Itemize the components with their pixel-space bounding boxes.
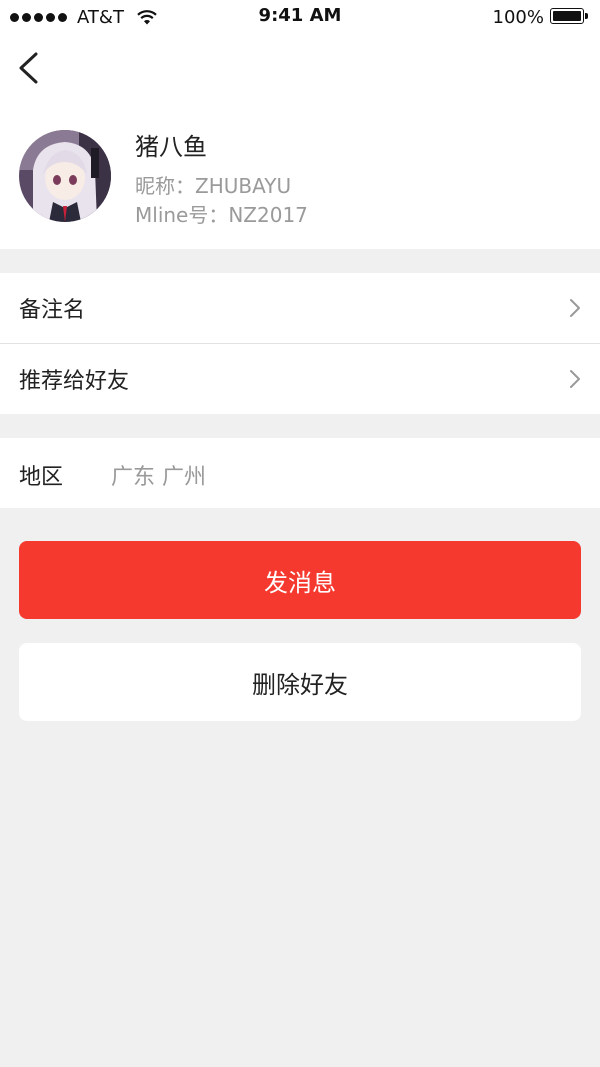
profile-name: 猪八鱼 [135,133,207,161]
battery-percentage: 100% [492,6,544,28]
profile-nickname: 昵称：ZHUBAYU [135,174,292,198]
send-message-button[interactable]: 发消息 [19,541,581,619]
avatar-image [19,130,111,222]
chevron-right-icon [568,368,582,390]
row-label: 备注名 [19,298,86,323]
status-right: 100% [493,6,590,28]
battery-icon [550,8,590,26]
back-button[interactable] [12,48,48,88]
delete-friend-button[interactable]: 删除好友 [19,643,581,721]
profile-mline-id: Mline号：NZ2017 [135,203,308,227]
region-label: 地区 [19,465,64,490]
row-label: 推荐给好友 [19,369,130,394]
settings-group: 备注名 推荐给好友 [0,273,600,414]
back-arrow-icon [19,52,38,84]
status-bar: AT&T 9:41 AM 100% [0,0,600,34]
chevron-right-icon [568,297,582,319]
row-remark-name[interactable]: 备注名 [0,273,600,343]
row-recommend-to-friend[interactable]: 推荐给好友 [0,343,600,414]
profile-header: 猪八鱼 昵称：ZHUBAYU Mline号：NZ2017 [0,34,600,249]
region-row: 地区 广东 广州 [0,438,600,508]
region-value: 广东 广州 [111,465,206,490]
avatar[interactable] [19,130,111,222]
